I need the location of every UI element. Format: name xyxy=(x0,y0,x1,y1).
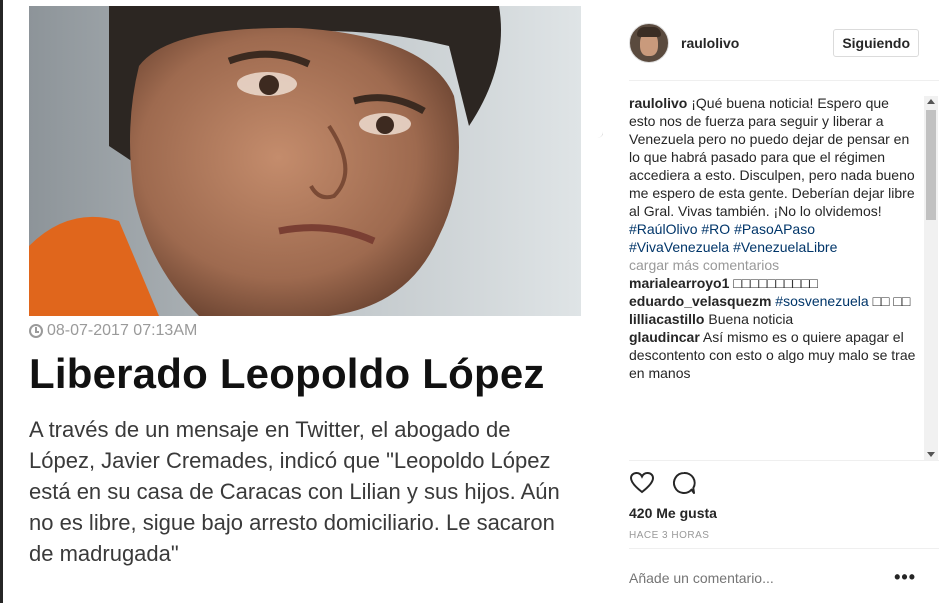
instagram-post-modal: 08-07-2017 07:13AM Liberado Leopoldo Lóp… xyxy=(0,0,939,603)
comment-username[interactable]: marialearroyo1 xyxy=(629,275,729,291)
hashtag-link[interactable]: #VivaVenezuela xyxy=(629,239,729,255)
post-actions xyxy=(629,470,697,496)
post-image[interactable]: 08-07-2017 07:13AM Liberado Leopoldo Lóp… xyxy=(3,0,603,603)
comment-text: Buena noticia xyxy=(708,311,794,327)
comment-username[interactable]: eduardo_velasquezm xyxy=(629,293,771,309)
divider xyxy=(629,80,939,81)
hashtag-link[interactable]: #RaúlOlivo xyxy=(629,221,697,237)
post-timestamp[interactable]: HACE 3 HORAS xyxy=(629,530,709,541)
comment-item: lilliacastillo Buena noticia xyxy=(629,310,919,328)
likes-count[interactable]: 420 Me gusta xyxy=(629,505,717,521)
post-header: raulolivo Siguiendo xyxy=(629,22,919,64)
comment-item: glaudincar Así mismo es o quiere apagar … xyxy=(629,328,919,382)
scroll-down-icon[interactable] xyxy=(927,452,935,457)
heart-icon[interactable] xyxy=(629,470,655,496)
username-link[interactable]: raulolivo xyxy=(681,35,833,51)
load-more-comments[interactable]: cargar más comentarios xyxy=(629,256,919,274)
scrollbar-thumb[interactable] xyxy=(926,110,936,220)
caption-username[interactable]: raulolivo xyxy=(629,95,687,111)
caption-text: ¡Qué buena noticia! Espero que esto nos … xyxy=(629,95,915,219)
following-button[interactable]: Siguiendo xyxy=(833,29,919,57)
avatar-hair xyxy=(637,27,661,37)
comments-scrollbar[interactable] xyxy=(924,96,938,460)
comment-username[interactable]: glaudincar xyxy=(629,329,700,345)
comment-bubble-icon[interactable] xyxy=(671,470,697,496)
hashtag-link[interactable]: #VenezuelaLibre xyxy=(733,239,837,255)
scroll-up-icon[interactable] xyxy=(927,99,935,104)
media-frame-edge xyxy=(597,0,603,138)
hashtag-link[interactable]: #PasoAPaso xyxy=(734,221,815,237)
comment-item: marialearroyo1 □□□□□□□□□□ xyxy=(629,274,919,292)
article-headline: Liberado Leopoldo López xyxy=(29,350,545,397)
comment-item: eduardo_velasquezm #sosvenezuela □□ □□ xyxy=(629,292,919,310)
avatar[interactable] xyxy=(629,23,669,63)
comment-hashtag[interactable]: #sosvenezuela xyxy=(775,293,868,309)
comments-list[interactable]: raulolivo ¡Qué buena noticia! Espero que… xyxy=(629,94,919,462)
article-body: A través de un mensaje en Twitter, el ab… xyxy=(29,417,560,566)
divider xyxy=(629,460,939,461)
caption-hashtags: #RaúlOlivo #RO #PasoAPaso #VivaVenezuela… xyxy=(629,220,919,256)
caption: raulolivo ¡Qué buena noticia! Espero que… xyxy=(629,94,919,220)
comment-username[interactable]: lilliacastillo xyxy=(629,311,704,327)
comment-text: □□□□□□□□□□ xyxy=(733,275,818,291)
article-date: 08-07-2017 07:13AM xyxy=(29,322,197,340)
more-options-icon[interactable]: ••• xyxy=(894,567,916,588)
hashtag-link[interactable]: #RO xyxy=(701,221,730,237)
comment-text: □□ □□ xyxy=(872,293,911,309)
divider xyxy=(629,548,939,549)
post-sidebar: raulolivo Siguiendo raulolivo ¡Qué buena… xyxy=(614,0,939,603)
article-photo xyxy=(29,6,581,316)
clock-icon xyxy=(29,324,43,338)
add-comment-input[interactable] xyxy=(629,570,889,586)
article-date-text: 08-07-2017 07:13AM xyxy=(47,322,198,339)
